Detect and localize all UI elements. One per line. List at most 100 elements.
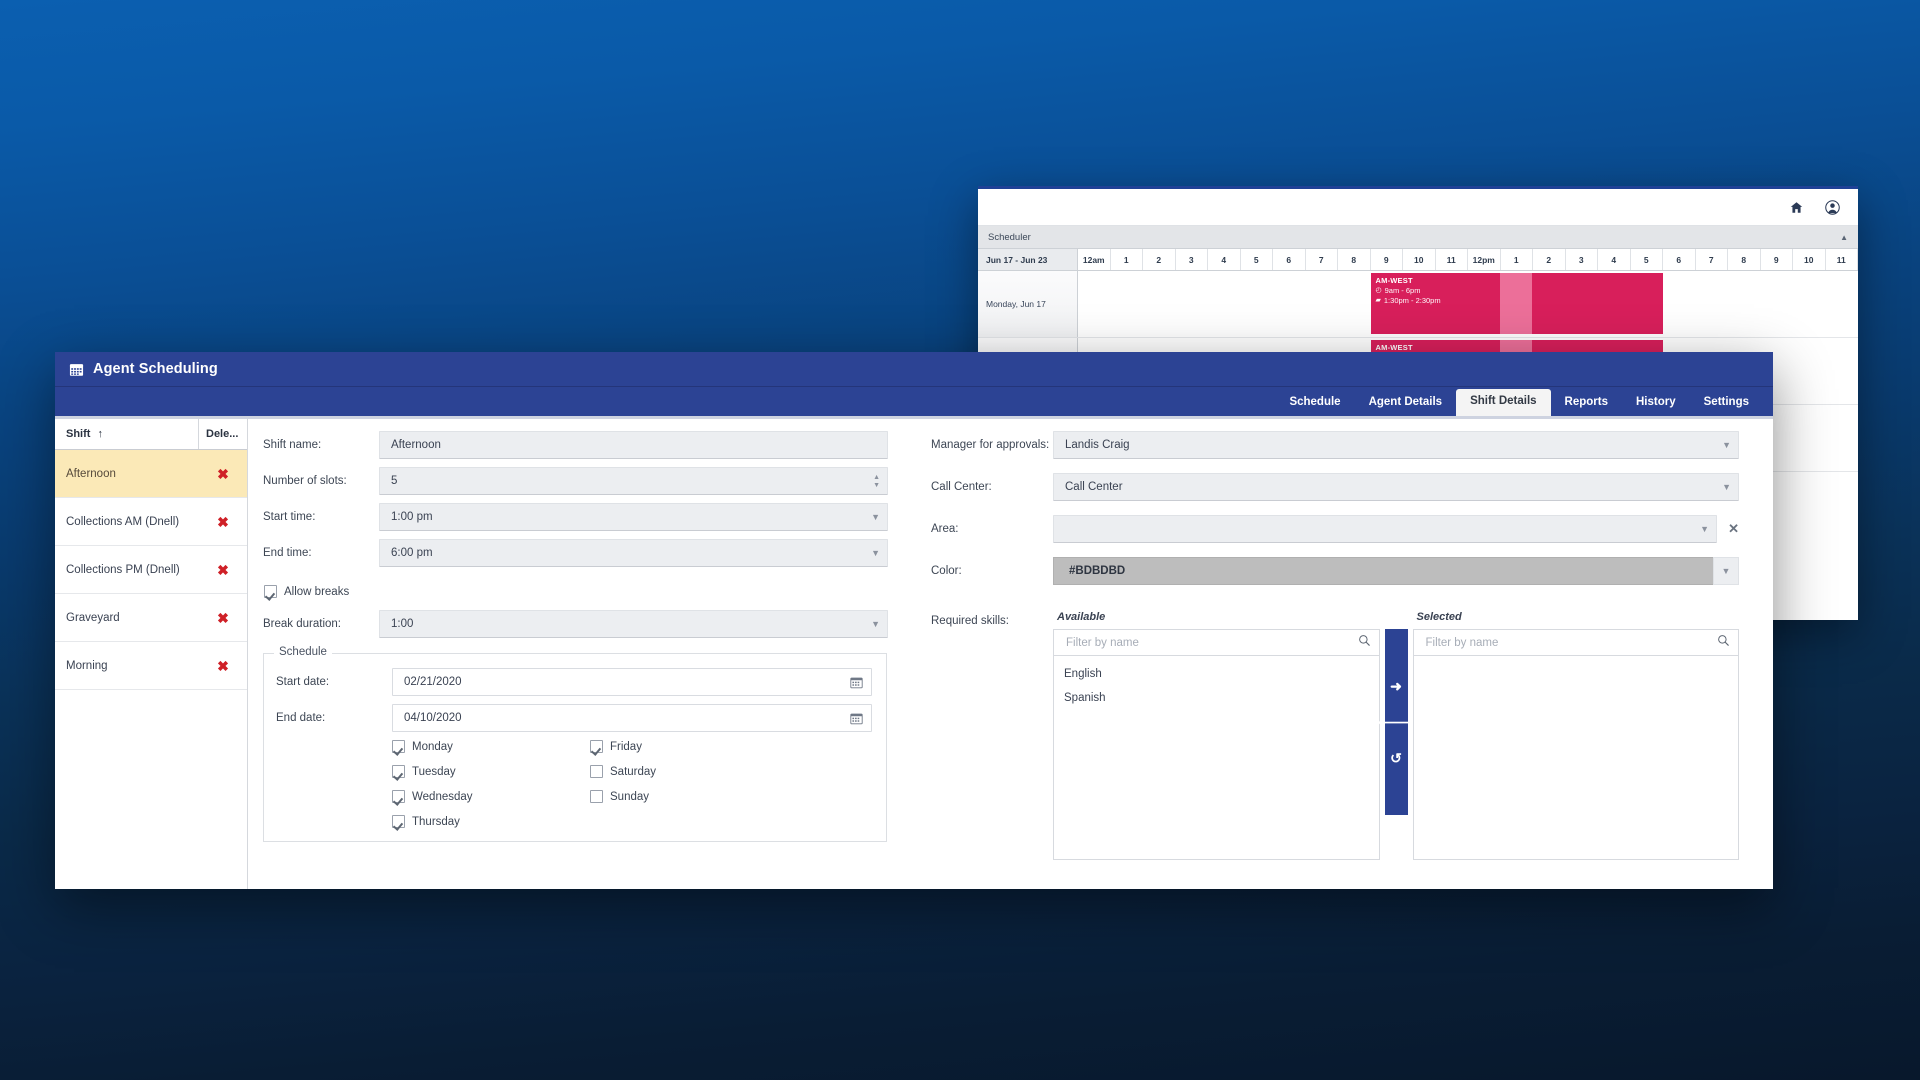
calendar-picker-icon[interactable] xyxy=(850,668,863,696)
table-row[interactable]: Collections AM (Dnell) ✖ xyxy=(55,498,247,546)
end-date-input[interactable]: 04/10/2020 xyxy=(392,704,872,732)
tab-shift-details[interactable]: Shift Details xyxy=(1456,388,1551,416)
start-time-select[interactable]: 1:00 pm xyxy=(379,503,888,531)
delete-icon[interactable]: ✖ xyxy=(217,611,229,625)
clear-area-icon[interactable]: ✕ xyxy=(1728,515,1739,543)
end-time-select[interactable]: 6:00 pm xyxy=(379,539,888,567)
sort-ascending-icon[interactable]: ↑ xyxy=(97,428,103,440)
coffee-icon: ▰ xyxy=(1375,297,1381,304)
search-icon[interactable] xyxy=(1717,634,1730,652)
chevron-up-icon[interactable]: ▲ xyxy=(873,474,880,481)
main-tabs[interactable]: Schedule Agent Details Shift Details Rep… xyxy=(55,387,1773,419)
transfer-buttons[interactable]: ➜ 🡐 ↺ xyxy=(1377,629,1415,815)
delete-cell[interactable]: ✖ xyxy=(199,546,247,593)
checkbox-tuesday[interactable]: Tuesday xyxy=(392,765,590,778)
user-icon[interactable] xyxy=(1825,199,1840,215)
chevron-down-icon[interactable]: ▼ xyxy=(871,610,880,638)
checkbox-saturday[interactable]: Saturday xyxy=(590,765,788,778)
chevron-down-icon[interactable]: ▼ xyxy=(1722,431,1731,459)
checkbox-box[interactable] xyxy=(392,765,405,778)
column-header-delete[interactable]: Dele... xyxy=(199,419,247,449)
checkbox-wednesday[interactable]: Wednesday xyxy=(392,790,590,803)
table-row[interactable]: Graveyard ✖ xyxy=(55,594,247,642)
chevron-down-icon[interactable]: ▼ xyxy=(1722,473,1731,501)
checkbox-box[interactable] xyxy=(590,790,603,803)
selected-items[interactable] xyxy=(1412,656,1739,860)
area-select[interactable] xyxy=(1053,515,1717,543)
chevron-down-icon[interactable]: ▼ xyxy=(1700,515,1709,543)
quantity-stepper[interactable]: ▲ ▼ xyxy=(873,467,880,495)
start-date-input[interactable]: 02/21/2020 xyxy=(392,668,872,696)
delete-cell[interactable]: ✖ xyxy=(199,594,247,641)
column-header-shift[interactable]: Shift ↑ xyxy=(55,419,199,449)
checkbox-friday[interactable]: Friday xyxy=(590,740,788,753)
allow-breaks-checkbox[interactable]: Allow breaks xyxy=(263,585,349,598)
selected-filter[interactable] xyxy=(1412,629,1739,656)
available-filter-input[interactable] xyxy=(1064,635,1358,650)
delete-icon[interactable]: ✖ xyxy=(217,467,229,481)
search-icon[interactable] xyxy=(1358,634,1371,652)
checkbox-box[interactable] xyxy=(392,740,405,753)
table-row[interactable]: Afternoon ✖ xyxy=(55,450,247,498)
hour-cell: 12pm xyxy=(1468,249,1501,270)
row-lanes[interactable]: AM-WEST ◴ 9am - 6pm ▰ 1:30pm - 2:30pm xyxy=(1078,271,1858,337)
selected-filter-input[interactable] xyxy=(1423,635,1717,650)
field-end-time: End time: 6:00 pm ▼ xyxy=(263,539,888,567)
selected-caption: Selected xyxy=(1416,611,1462,623)
delete-cell[interactable]: ✖ xyxy=(199,498,247,545)
move-left-button[interactable]: 🡐 xyxy=(1377,715,1415,729)
hour-cell: 2 xyxy=(1533,249,1566,270)
checkbox-box[interactable] xyxy=(590,740,603,753)
scheduler-row[interactable]: Monday, Jun 17 AM-WEST ◴ 9am - 6pm ▰ 1:3… xyxy=(978,271,1858,338)
hour-cell: 10 xyxy=(1403,249,1436,270)
checkbox-box[interactable] xyxy=(392,815,405,828)
checkbox-monday[interactable]: Monday xyxy=(392,740,590,753)
table-row[interactable]: Morning ✖ xyxy=(55,642,247,690)
checkbox-box[interactable] xyxy=(392,790,405,803)
move-right-button[interactable]: ➜ xyxy=(1390,679,1402,693)
checkbox-box[interactable] xyxy=(590,765,603,778)
available-filter[interactable] xyxy=(1053,629,1380,656)
available-items[interactable]: English Spanish xyxy=(1053,656,1380,860)
delete-cell[interactable]: ✖ xyxy=(199,642,247,689)
color-swatch-value[interactable]: #BDBDBD xyxy=(1053,557,1739,585)
shift-list[interactable]: Shift ↑ Dele... Afternoon ✖ Collections … xyxy=(55,419,248,889)
available-caption: Available xyxy=(1057,611,1106,623)
break-duration-select[interactable]: 1:00 xyxy=(379,610,888,638)
desktop-background: Scheduler ▲ Jun 17 - Jun 23 12am 1 2 3 4… xyxy=(0,0,1920,1080)
table-row[interactable]: Collections PM (Dnell) ✖ xyxy=(55,546,247,594)
chevron-down-icon[interactable]: ▼ xyxy=(871,539,880,567)
delete-icon[interactable]: ✖ xyxy=(217,659,229,673)
field-area: Area: ▼ ✕ xyxy=(931,515,1739,543)
tab-settings[interactable]: Settings xyxy=(1690,390,1763,417)
chevron-down-icon[interactable]: ▼ xyxy=(873,482,880,489)
delete-cell[interactable]: ✖ xyxy=(199,450,247,497)
chevron-down-icon[interactable]: ▼ xyxy=(1713,557,1739,585)
call-center-select[interactable]: Call Center xyxy=(1053,473,1739,501)
tab-reports[interactable]: Reports xyxy=(1551,390,1622,417)
reset-button[interactable]: ↺ xyxy=(1390,751,1402,765)
home-icon[interactable] xyxy=(1790,201,1803,214)
field-allow-breaks[interactable]: Allow breaks xyxy=(263,585,888,598)
tab-schedule[interactable]: Schedule xyxy=(1275,390,1354,417)
collapse-chevron-icon[interactable]: ▲ xyxy=(1840,233,1848,242)
agent-scheduling-window[interactable]: Agent Scheduling Schedule Agent Details … xyxy=(55,352,1773,889)
checkbox-thursday[interactable]: Thursday xyxy=(392,815,590,828)
checkbox-sunday[interactable]: Sunday xyxy=(590,790,788,803)
checkbox-box[interactable] xyxy=(264,585,277,598)
number-of-slots-input[interactable]: 5 xyxy=(379,467,888,495)
tab-agent-details[interactable]: Agent Details xyxy=(1355,390,1457,417)
delete-icon[interactable]: ✖ xyxy=(217,563,229,577)
manager-select[interactable]: Landis Craig xyxy=(1053,431,1739,459)
tab-history[interactable]: History xyxy=(1622,390,1690,417)
shift-name-cell: Afternoon xyxy=(66,467,116,480)
scheduler-time-header: Jun 17 - Jun 23 12am 1 2 3 4 5 6 7 8 9 1… xyxy=(978,249,1858,271)
chevron-down-icon[interactable]: ▼ xyxy=(871,503,880,531)
calendar-picker-icon[interactable] xyxy=(850,704,863,732)
shift-name-input[interactable]: Afternoon xyxy=(379,431,888,459)
scheduler-panel-bar[interactable]: Scheduler ▲ xyxy=(978,226,1858,249)
list-item[interactable]: Spanish xyxy=(1054,686,1379,710)
row-day-label: Monday, Jun 17 xyxy=(978,271,1078,337)
delete-icon[interactable]: ✖ xyxy=(217,515,229,529)
list-item[interactable]: English xyxy=(1054,662,1379,686)
